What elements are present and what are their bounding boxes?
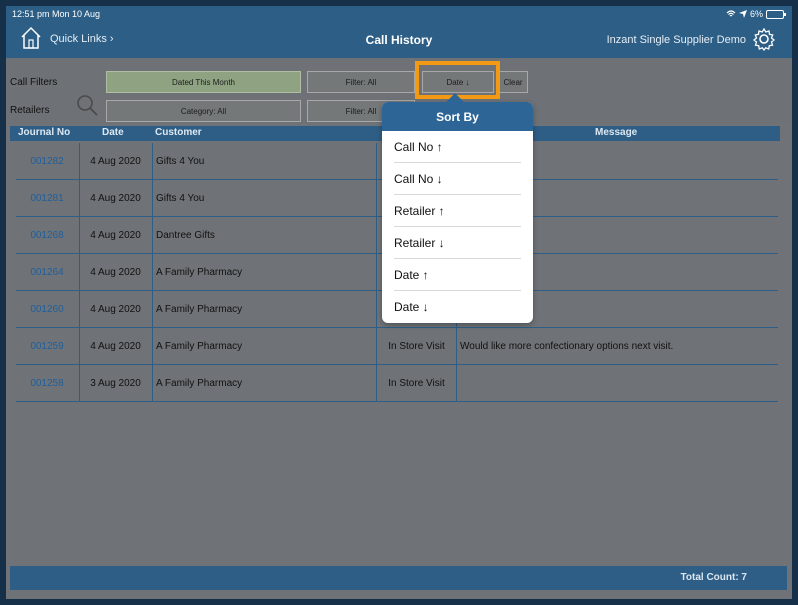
sort-option-call-no-desc[interactable]: Call No ↓ (394, 163, 521, 195)
sort-option-retailer-desc[interactable]: Retailer ↓ (394, 227, 521, 259)
gear-icon[interactable] (752, 27, 776, 51)
row-message: Would like more confectionary options ne… (456, 328, 778, 364)
search-icon[interactable] (76, 94, 98, 116)
journal-link[interactable]: 001282 (16, 143, 78, 179)
sort-option-retailer-asc[interactable]: Retailer ↑ (394, 195, 521, 227)
retailers-label: Retailers (10, 105, 50, 116)
total-count: Total Count: 7 (680, 572, 747, 583)
row-date: 4 Aug 2020 (79, 217, 151, 253)
category-filter-button[interactable]: Category: All (106, 100, 301, 122)
device-frame: 12:51 pm Mon 10 Aug 6% Quick Links › Cal… (0, 0, 798, 605)
status-indicators: 6% (726, 9, 786, 19)
row-date: 4 Aug 2020 (79, 291, 151, 327)
journal-link[interactable]: 001268 (16, 217, 78, 253)
row-customer: A Family Pharmacy (152, 254, 376, 290)
row-customer: Gifts 4 You (152, 180, 376, 216)
wifi-icon (726, 10, 736, 17)
app-screen: 12:51 pm Mon 10 Aug 6% Quick Links › Cal… (6, 6, 792, 599)
row-date: 4 Aug 2020 (79, 180, 151, 216)
row-type: In Store Visit (376, 328, 456, 364)
date-filter-button[interactable]: Dated This Month (106, 71, 301, 93)
popover-title: Sort By (382, 102, 533, 131)
journal-link[interactable]: 001281 (16, 180, 78, 216)
sort-popover: Sort By Call No ↑ Call No ↓ Retailer ↑ R… (382, 93, 533, 323)
row-customer: Dantree Gifts (152, 217, 376, 253)
battery-text: 6% (749, 9, 763, 19)
journal-link[interactable]: 001258 (16, 365, 78, 401)
sort-option-call-no-asc[interactable]: Call No ↑ (394, 131, 521, 163)
location-arrow-icon (738, 10, 747, 18)
sort-option-date-desc[interactable]: Date ↓ (394, 291, 521, 322)
header-date: Date (102, 127, 124, 138)
company-name: Inzant Single Supplier Demo (606, 34, 746, 46)
row-date: 4 Aug 2020 (79, 328, 151, 364)
header-customer: Customer (155, 127, 202, 138)
status-time: 12:51 pm Mon 10 Aug (12, 9, 101, 19)
call-filter-button[interactable]: Filter: All (307, 71, 415, 93)
call-filters-label: Call Filters (10, 77, 58, 88)
table-row[interactable]: 001258 3 Aug 2020 A Family Pharmacy In S… (16, 365, 778, 402)
row-customer: Gifts 4 You (152, 143, 376, 179)
top-bar: 12:51 pm Mon 10 Aug 6% Quick Links › Cal… (6, 6, 792, 58)
sort-button-highlight (415, 61, 500, 99)
journal-link[interactable]: 001264 (16, 254, 78, 290)
row-customer: A Family Pharmacy (152, 291, 376, 327)
row-type: In Store Visit (376, 365, 456, 401)
journal-link[interactable]: 001260 (16, 291, 78, 327)
row-date: 4 Aug 2020 (79, 143, 151, 179)
row-date: 4 Aug 2020 (79, 254, 151, 290)
row-customer: A Family Pharmacy (152, 328, 376, 364)
table-row[interactable]: 001259 4 Aug 2020 A Family Pharmacy In S… (16, 328, 778, 365)
header-message: Message (595, 127, 638, 138)
clear-button[interactable]: Clear (498, 71, 528, 93)
header-journal: Journal No (18, 127, 71, 138)
battery-icon (766, 9, 786, 19)
row-date: 3 Aug 2020 (79, 365, 151, 401)
journal-link[interactable]: 001259 (16, 328, 78, 364)
sort-option-date-asc[interactable]: Date ↑ (394, 259, 521, 291)
row-message (456, 365, 778, 401)
footer-bar: Total Count: 7 (10, 566, 787, 590)
row-customer: A Family Pharmacy (152, 365, 376, 401)
